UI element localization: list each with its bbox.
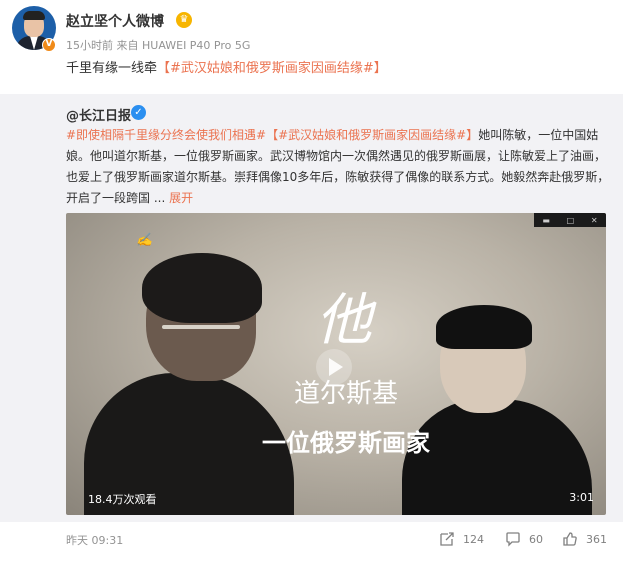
video-window-controls: ▬ □ ✕ <box>534 213 606 227</box>
post-footer: 昨天 09:31 124 60 361 <box>0 522 623 556</box>
video-figure-man-glasses <box>162 325 240 329</box>
video-player[interactable]: ✍ 他 道尔斯基 一位俄罗斯画家 ▬ □ ✕ 18.4万次观看 3:01 <box>66 213 606 515</box>
share-button[interactable]: 124 <box>439 529 484 549</box>
video-caption-name: 道尔斯基 <box>293 379 398 409</box>
avatar-hair <box>23 11 45 20</box>
share-icon <box>440 532 454 546</box>
weibo-post: V 赵立坚个人微博 ♛ 15小时前 来自 HUAWEI P40 Pro 5G 千… <box>0 0 623 564</box>
share-count: 124 <box>463 532 484 546</box>
like-count: 361 <box>586 532 607 546</box>
repost-text: #即使相隔千里缘分终会使我们相遇#【#武汉姑娘和俄罗斯画家因画结缘#】她叫陈敏，… <box>66 125 611 209</box>
post-meta: 15小时前 来自 HUAWEI P40 Pro 5G <box>66 39 251 52</box>
maximize-icon[interactable]: □ <box>567 216 575 225</box>
minimize-icon[interactable]: ▬ <box>542 216 550 225</box>
video-artwork-stamp: ✍ <box>136 233 152 248</box>
video-duration: 3:01 <box>569 491 594 504</box>
post-text: 千里有缘一线牵【#武汉姑娘和俄罗斯画家因画结缘#】 <box>66 57 387 76</box>
expand-link[interactable]: 展开 <box>169 191 193 205</box>
comment-count: 60 <box>529 532 543 546</box>
video-caption-title: 一位俄罗斯画家 <box>262 429 430 457</box>
like-icon <box>563 532 577 546</box>
video-caption-main: 他 <box>316 288 372 353</box>
verified-v-icon: V <box>42 38 56 52</box>
comment-button[interactable]: 60 <box>505 529 543 549</box>
repost-hashtag-link-2[interactable]: 【#武汉姑娘和俄罗斯画家因画结缘#】 <box>266 128 478 142</box>
repost-box: @长江日报 ✓ #即使相隔千里缘分终会使我们相遇#【#武汉姑娘和俄罗斯画家因画结… <box>0 94 623 522</box>
like-button[interactable]: 361 <box>562 529 607 549</box>
author-name[interactable]: 赵立坚个人微博 <box>66 11 164 31</box>
video-figure-man-hair <box>142 253 262 323</box>
post-time[interactable]: 昨天 09:31 <box>66 532 123 548</box>
verified-blue-icon: ✓ <box>131 105 146 120</box>
repost-ellipsis: ... <box>153 191 166 205</box>
repost-author[interactable]: @长江日报 <box>66 105 131 124</box>
post-text-prefix: 千里有缘一线牵 <box>66 61 158 76</box>
comment-icon <box>506 532 520 547</box>
post-hashtag-link[interactable]: 【#武汉姑娘和俄罗斯画家因画结缘#】 <box>157 61 387 76</box>
repost-hashtag-link-1[interactable]: #即使相隔千里缘分终会使我们相遇# <box>66 128 266 142</box>
crown-member-icon[interactable]: ♛ <box>176 12 192 28</box>
video-figure-woman-hair <box>436 305 532 349</box>
video-views: 18.4万次观看 <box>88 493 157 506</box>
close-icon[interactable]: ✕ <box>591 216 598 225</box>
